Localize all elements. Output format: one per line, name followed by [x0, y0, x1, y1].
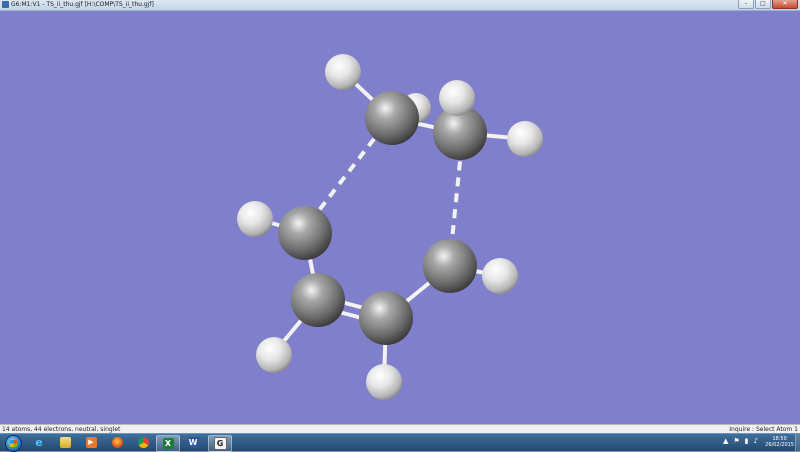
media-player-icon[interactable]: ▶ — [80, 435, 102, 450]
molecule-viewport[interactable] — [0, 11, 800, 424]
hydrogen-atom[interactable] — [507, 121, 543, 157]
hydrogen-atom[interactable] — [256, 337, 292, 373]
clock-date: 26/02/2015 — [765, 442, 794, 448]
chrome-icon[interactable] — [132, 435, 154, 450]
firefox-icon[interactable] — [106, 435, 128, 450]
word-icon[interactable]: W — [182, 435, 204, 450]
spreadsheet-icon[interactable]: X — [156, 435, 180, 452]
show-desktop-button[interactable] — [795, 434, 800, 451]
carbon-atom[interactable] — [365, 91, 419, 145]
internet-explorer-icon[interactable]: e — [28, 435, 50, 450]
carbon-atom[interactable] — [423, 239, 477, 293]
forming-bond-c1-c5 — [308, 124, 386, 224]
hydrogen-atom[interactable] — [237, 201, 273, 237]
carbon-atom[interactable] — [291, 273, 345, 327]
action-center-icon[interactable]: ⚑ — [733, 437, 739, 445]
hydrogen-atom[interactable] — [366, 364, 402, 400]
carbon-atom[interactable] — [278, 206, 332, 260]
file-explorer-icon[interactable] — [54, 435, 76, 450]
molecule-view[interactable] — [0, 0, 800, 424]
hydrogen-atom[interactable] — [325, 54, 361, 90]
system-tray: ▲ ⚑ ▮ ♪ — [723, 437, 758, 445]
network-icon[interactable]: ▮ — [745, 437, 749, 445]
tray-expand-icon[interactable]: ▲ — [723, 437, 728, 445]
hydrogen-atom[interactable] — [482, 258, 518, 294]
hydrogen-atom[interactable] — [439, 80, 475, 116]
taskbar: e ▶ X W G ▲ ⚑ ▮ ♪ 18:50 26/02/2015 — [0, 433, 800, 452]
carbon-atom[interactable] — [359, 291, 413, 345]
clock[interactable]: 18:50 26/02/2015 — [765, 436, 794, 448]
gaussview-icon[interactable]: G — [208, 435, 232, 452]
volume-icon[interactable]: ♪ — [754, 437, 758, 445]
windows-start-icon[interactable] — [5, 435, 22, 452]
